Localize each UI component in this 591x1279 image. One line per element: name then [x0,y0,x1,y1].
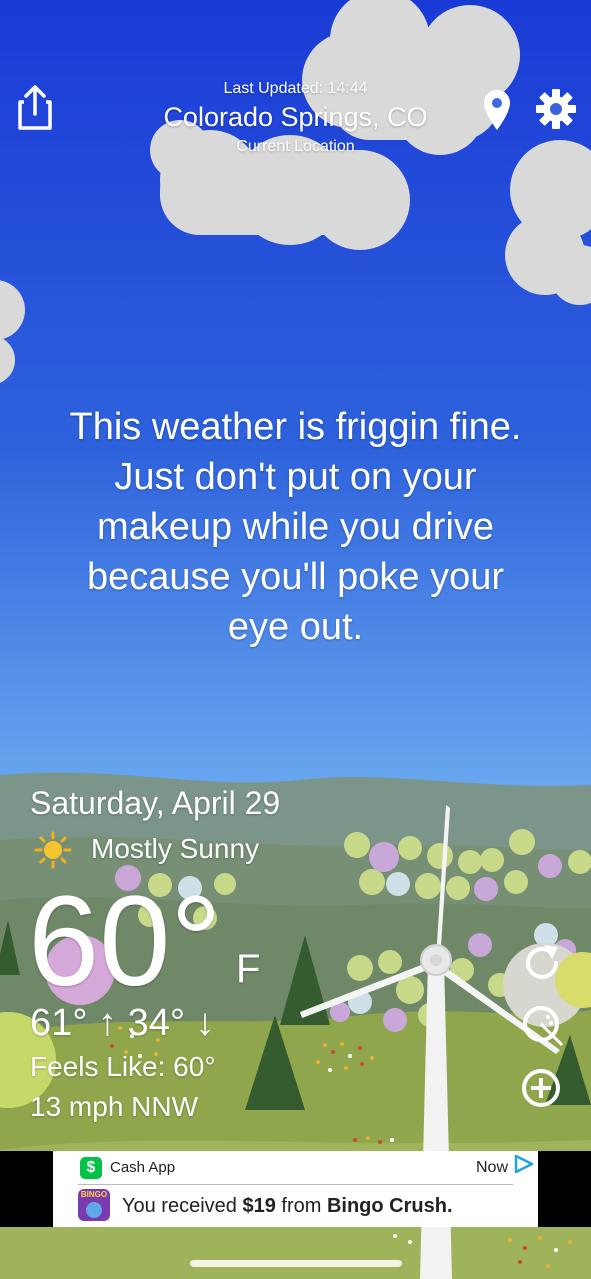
wind: 13 mph NNW [30,1091,199,1122]
refresh-icon [526,945,558,979]
condition-label: Mostly Sunny [91,833,260,864]
location-pin-icon [484,90,510,130]
high-arrow: ↑ [98,1002,118,1044]
current-temperature: 60° [28,870,222,1013]
ad-banner[interactable]: $ Cash App Now BINGO You received $19 fr… [0,1151,591,1227]
low-arrow: ↓ [195,1002,215,1044]
condition-icon-wrap [34,831,72,869]
temperature-unit[interactable]: F [236,947,260,992]
cashapp-logo: $ [80,1157,102,1179]
gear-icon [536,89,576,129]
ad-cta[interactable]: Now [476,1159,508,1177]
message-line: because you'll poke your [86,556,505,598]
bingo-app-icon: BINGO [78,1189,110,1221]
weather-message: This weather is friggin fine. Just don't… [0,402,591,652]
high-temp: 61° [30,1002,88,1044]
ad-divider [78,1184,513,1185]
refresh-button[interactable] [520,941,564,985]
message-line: This weather is friggin fine. [69,406,522,448]
message-line: Just don't put on your [114,456,477,498]
settings-button[interactable] [535,88,577,130]
feels-like: Feels Like: 60° [30,1051,216,1082]
ad-advertiser: Cash App [110,1159,176,1176]
radar-button[interactable] [520,1003,564,1047]
location-subtitle: Current Location [236,138,355,155]
location-button[interactable] [482,88,512,132]
ad-message: You received $19 from Bingo Crush. [122,1195,453,1217]
add-location-button[interactable] [520,1067,564,1111]
message-line: makeup while you drive [96,506,495,548]
home-indicator[interactable] [190,1260,402,1267]
sun-icon [34,831,72,869]
radar-icon [523,1006,564,1047]
message-line: eye out. [227,606,364,648]
low-temp: 34° [127,1002,186,1044]
ad-choices-icon[interactable] [513,1154,535,1174]
plus-circle-icon [522,1069,560,1107]
date-label: Saturday, April 29 [30,785,281,821]
ad-content[interactable]: $ Cash App Now BINGO You received $19 fr… [53,1151,538,1227]
high-low: 61° ↑ 34° ↓ [30,1002,215,1045]
